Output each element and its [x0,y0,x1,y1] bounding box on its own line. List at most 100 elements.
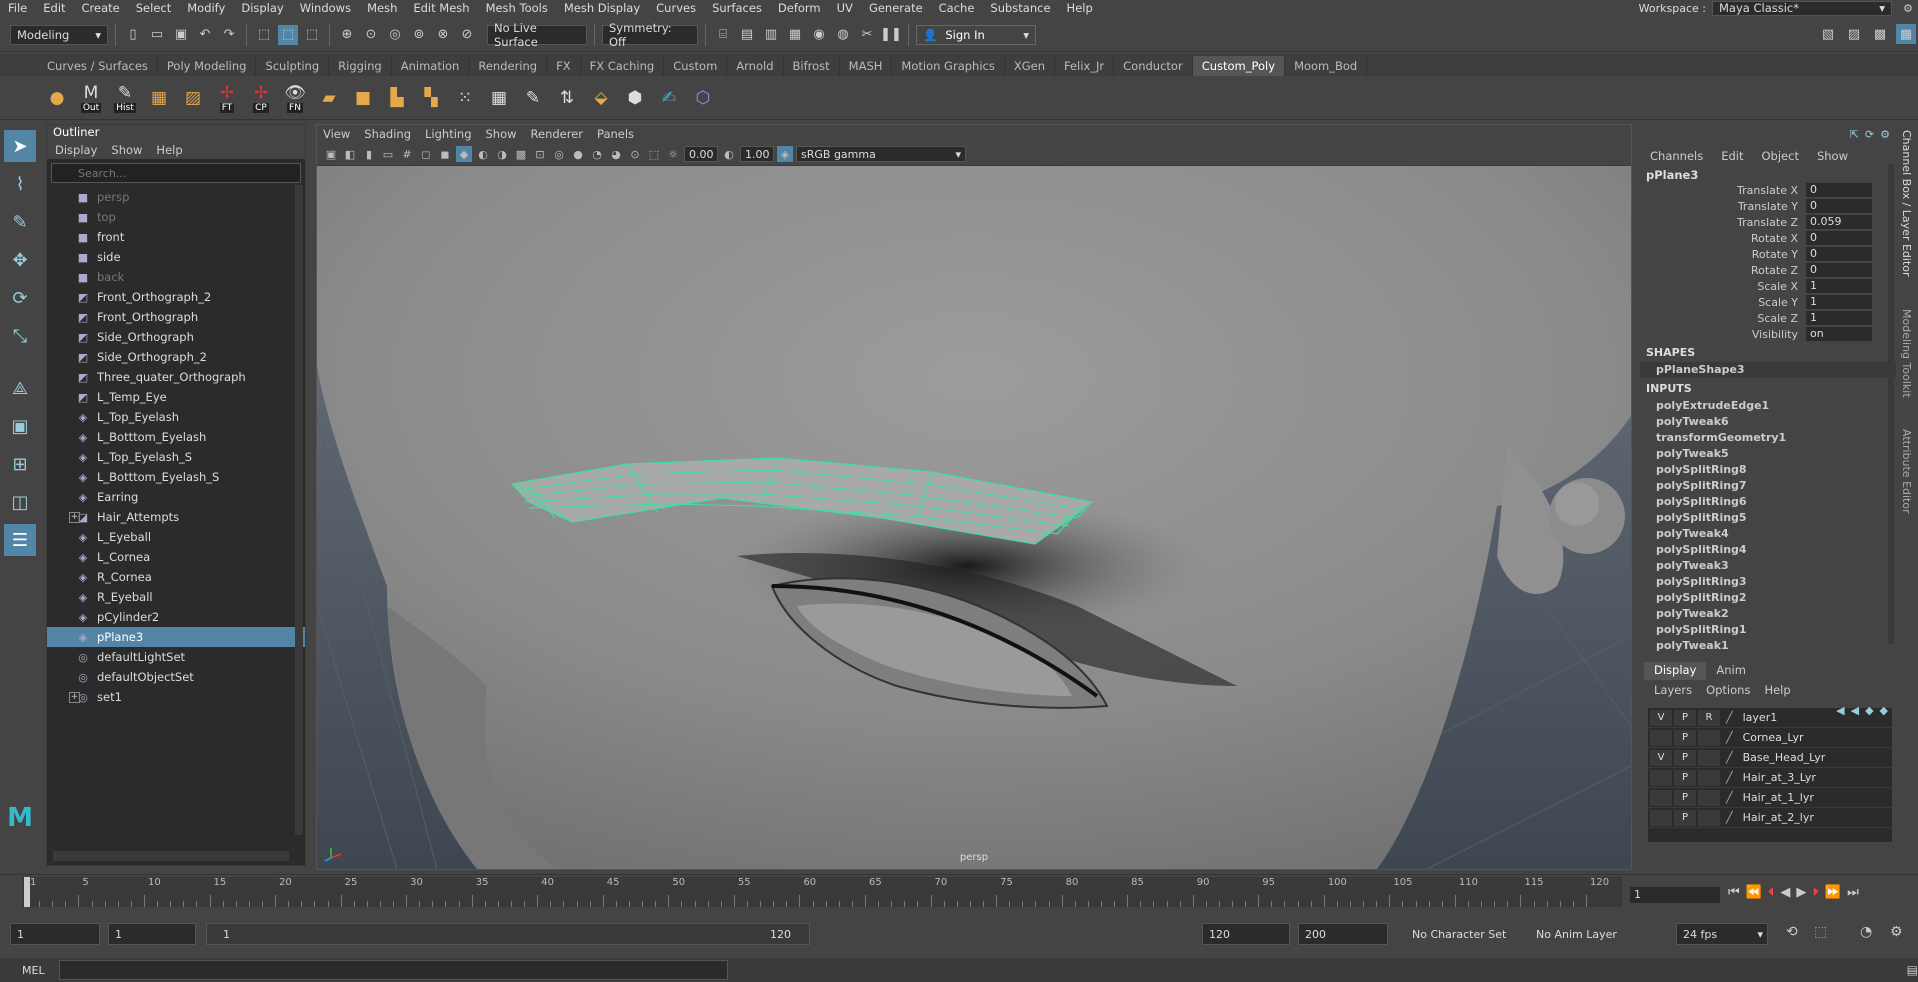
outliner-item[interactable]: ◈ Earring [47,487,305,507]
exposure-field[interactable]: 0.00 [684,146,718,162]
expand-icon[interactable]: + [69,511,80,523]
input-node[interactable]: polyTweak1 [1640,638,1896,654]
input-node[interactable]: polyTweak6 [1640,414,1896,430]
ipr-render-icon[interactable]: ▦ [785,25,805,45]
shadows-icon[interactable]: ◑ [494,146,510,162]
resolution-gate-icon[interactable]: ⊡ [532,146,548,162]
shelf-tab-custom-poly[interactable]: Custom_Poly [1192,56,1286,76]
textured-icon[interactable]: ◆ [456,146,472,162]
input-node[interactable]: polyTweak4 [1640,526,1896,542]
outliner-menu-display[interactable]: Display [55,143,97,157]
viewport-menu-renderer[interactable]: Renderer [531,127,584,141]
scale-tool-icon[interactable]: ⤡ [4,320,36,352]
input-node[interactable]: polySplitRing8 [1640,462,1896,478]
menu-edit[interactable]: Edit [35,1,73,15]
input-node[interactable]: polyTweak3 [1640,558,1896,574]
shelf-tab-xgen[interactable]: XGen [1005,56,1055,76]
outliner-menu-help[interactable]: Help [156,143,182,157]
play-backward-icon[interactable]: ◀ [1780,885,1790,900]
two-view-layout-icon[interactable]: ◫ [4,486,36,518]
workspace-lock-icon[interactable]: ⚙ [1898,0,1918,18]
outliner-item[interactable]: ■ side [47,247,305,267]
outliner-item[interactable]: ◎ defaultLightSet [47,647,305,667]
playback-end-field[interactable]: 120 [1202,923,1290,945]
layer-toggle-r[interactable] [1698,769,1720,786]
shelf-tab-arnold[interactable]: Arnold [727,56,784,76]
layer-toggle-r[interactable]: R [1698,709,1720,726]
command-input[interactable] [58,960,728,980]
channel-menu-edit[interactable]: Edit [1721,149,1743,163]
channel-menu-show[interactable]: Show [1817,149,1848,163]
outliner-item[interactable]: ◩ Side_Orthograph_2 [47,347,305,367]
channel-value[interactable]: 0 [1806,263,1872,277]
loop-icon[interactable]: ⟲ [1786,924,1798,940]
shelf-outliner-icon[interactable]: M Out [76,82,106,114]
layer-toggle-p[interactable]: P [1674,769,1696,786]
channel-value[interactable]: 1 [1806,311,1872,325]
shelf-knife-icon[interactable]: ✎ [518,82,548,114]
input-node[interactable]: polySplitRing4 [1640,542,1896,558]
shelf-tab-sculpting[interactable]: Sculpting [256,56,330,76]
menu-modify[interactable]: Modify [179,1,233,15]
viewport-menu-view[interactable]: View [323,127,350,141]
select-component-icon[interactable]: ⬚ [302,25,322,45]
shelf-history-icon[interactable]: ✎ Hist [110,82,140,114]
menuset-dropdown[interactable]: Modeling ▾ [10,24,108,45]
wireframe-icon[interactable]: ◻ [418,146,434,162]
shelf-tab-bifrost[interactable]: Bifrost [784,56,840,76]
motion-blur-icon[interactable]: ◔ [589,146,605,162]
layer-color-icon[interactable]: ╱ [1726,771,1733,784]
menu-mesh-tools[interactable]: Mesh Tools [478,1,556,15]
lights-icon[interactable]: ◐ [475,146,491,162]
outliner-item[interactable]: ◩ Side_Orthograph [47,327,305,347]
shelf-tab-conductor[interactable]: Conductor [1114,56,1193,76]
xray-icon[interactable]: ▩ [513,146,529,162]
shelf-lattice-icon[interactable]: ⬡ [688,82,718,114]
side-tab-attribute-editor[interactable]: Attribute Editor [1898,423,1915,520]
channel-name[interactable]: Scale Y [1640,296,1806,309]
layer-toggle-v[interactable] [1650,789,1672,806]
outliner-item[interactable]: ■ back [47,267,305,287]
step-forward-frame-icon[interactable]: ⏩ [1825,885,1841,900]
channelbox-settings-icon[interactable]: ⚙ [1880,128,1890,141]
go-to-end-icon[interactable]: ⏭ [1847,885,1859,900]
shelf-cube-icon[interactable]: ■ [348,82,378,114]
hypershade-icon[interactable]: ◍ [833,25,853,45]
layer-toggle-r[interactable] [1698,809,1720,826]
layer-row[interactable]: P ╱ Hair_at_3_Lyr [1648,768,1892,788]
isolate-icon[interactable]: ⬚ [646,146,662,162]
shelf-plane-icon[interactable]: ▨ [178,82,208,114]
workspace-dropdown[interactable]: Maya Classic* ▾ [1712,0,1892,16]
pause-icon[interactable]: ❚❚ [880,25,902,45]
outliner-search-field[interactable]: Search... [51,163,301,183]
single-perspective-layout-icon[interactable]: ▣ [4,410,36,442]
layer-toggle-r[interactable] [1698,789,1720,806]
layer-color-icon[interactable]: ╱ [1726,731,1733,744]
channel-name[interactable]: Rotate Y [1640,248,1806,261]
channel-box-icon[interactable]: ▦ [1896,24,1916,44]
shelf-center-pivot-icon[interactable]: ✢ CP [246,82,276,114]
input-node[interactable]: transformGeometry1 [1640,430,1896,446]
step-back-frame-icon[interactable]: ⏪ [1746,885,1762,900]
modeling-toolkit-icon[interactable]: ▧ [1818,24,1838,44]
layer-toggle-v[interactable] [1650,769,1672,786]
step-back-key-icon[interactable]: ⏴ [1768,885,1775,900]
layer-row[interactable]: P ╱ Hair_at_1_lyr [1648,788,1892,808]
undo-icon[interactable]: ↶ [195,25,215,45]
paint-select-tool-icon[interactable]: ✎ [4,206,36,238]
outliner-item[interactable]: ◩ Front_Orthograph_2 [47,287,305,307]
anim-layer-dropdown[interactable]: No Anim Layer [1530,923,1646,945]
menu-select[interactable]: Select [128,1,179,15]
isolate-select-icon[interactable]: ◎ [551,146,567,162]
layer-toggle-v[interactable]: V [1650,749,1672,766]
character-set-dropdown[interactable]: No Character Set [1406,923,1518,945]
layer-toggle-v[interactable]: V [1650,709,1672,726]
animation-start-field[interactable]: 1 [10,923,100,945]
outliner-menu-show[interactable]: Show [111,143,142,157]
menu-surfaces[interactable]: Surfaces [704,1,770,15]
layer-row[interactable]: P ╱ Cornea_Lyr [1648,728,1892,748]
render-settings-icon[interactable]: ◉ [809,25,829,45]
input-node[interactable]: polySplitRing5 [1640,510,1896,526]
ambient-occlusion-icon[interactable]: ● [570,146,586,162]
menu-mesh[interactable]: Mesh [359,1,405,15]
